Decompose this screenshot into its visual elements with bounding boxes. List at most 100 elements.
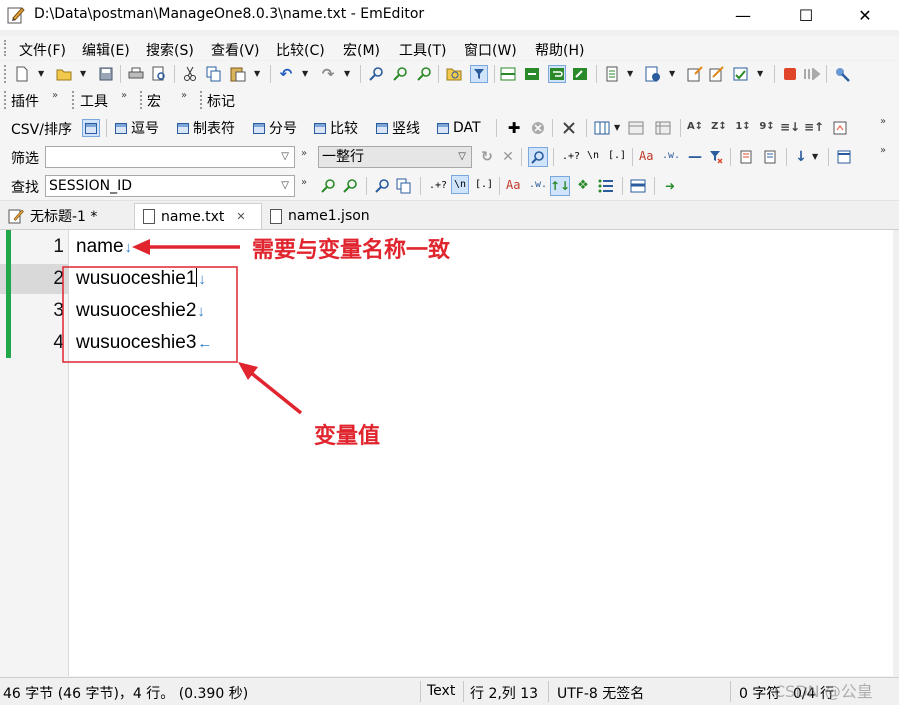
cut-icon[interactable] xyxy=(182,66,198,82)
menu-help[interactable]: 帮助(H) xyxy=(535,40,584,60)
filter-next-dropdown-arrow[interactable]: ▼ xyxy=(812,152,820,161)
filter-bracket-toggle[interactable]: [.] xyxy=(608,150,626,161)
delete-column-icon[interactable] xyxy=(530,120,546,136)
filter-newline-toggle[interactable]: \n xyxy=(587,150,599,161)
find-list-icon[interactable] xyxy=(598,178,614,194)
project-icon[interactable] xyxy=(733,66,749,82)
refresh-filter-icon[interactable]: ↻ xyxy=(479,149,495,165)
csv-compare-button[interactable]: 比较 xyxy=(314,119,358,137)
redo-icon[interactable]: ↷ xyxy=(320,66,336,82)
filter-regex-toggle[interactable]: .+? xyxy=(562,151,580,162)
add-column-icon[interactable]: ✚ xyxy=(506,120,522,136)
minimize-button[interactable]: — xyxy=(720,0,766,30)
find-dialog-icon[interactable] xyxy=(374,178,390,194)
column-layout-icon[interactable] xyxy=(594,120,610,136)
find-bracket-toggle[interactable]: [.] xyxy=(475,179,493,190)
find-word-toggle[interactable]: .w. xyxy=(529,179,547,190)
menu-edit[interactable]: 编辑(E) xyxy=(82,40,130,60)
sort-numeric-descending-icon[interactable]: 9↕ xyxy=(759,119,775,135)
copy-icon[interactable] xyxy=(206,66,222,82)
filter-icon[interactable] xyxy=(470,65,488,83)
plugins-toolbar-grip[interactable] xyxy=(4,91,9,109)
markers-toolbar-label[interactable]: 标记 xyxy=(207,91,235,111)
freeze-icon[interactable] xyxy=(655,120,671,136)
status-mode[interactable]: Text xyxy=(427,683,455,699)
find-more-chevron[interactable]: » xyxy=(301,177,307,188)
find-previous-icon[interactable] xyxy=(416,66,432,82)
plugins-toolbar-label[interactable]: 插件 xyxy=(11,91,39,111)
sort-descending-icon[interactable]: Z↕ xyxy=(711,119,727,135)
csv-semicolon-button[interactable]: 分号 xyxy=(253,119,297,137)
encoding-icon[interactable] xyxy=(645,66,661,82)
macros-toolbar-grip[interactable] xyxy=(140,91,145,109)
sort-options-icon[interactable] xyxy=(832,120,848,136)
find-next-icon[interactable] xyxy=(392,66,408,82)
plugin-tool-icon[interactable] xyxy=(834,66,850,82)
plugins-overflow-chevron[interactable]: » xyxy=(52,90,58,101)
filter-word-toggle[interactable]: .w. xyxy=(662,150,680,161)
status-encoding[interactable]: UTF-8 无签名 xyxy=(557,683,644,703)
markers-toolbar-grip[interactable] xyxy=(200,91,205,109)
print-preview-icon[interactable] xyxy=(151,66,167,82)
csv-normal-mode-icon[interactable] xyxy=(82,119,100,137)
tab-name-txt[interactable]: name.txt ✕ xyxy=(134,203,262,229)
find-go-icon[interactable]: ➜ xyxy=(662,178,678,194)
marker-list-icon[interactable] xyxy=(604,66,620,82)
find-in-files-icon[interactable] xyxy=(446,66,462,82)
csv-pipe-button[interactable]: 竖线 xyxy=(376,119,420,137)
macros-overflow-chevron[interactable]: » xyxy=(181,90,187,101)
print-icon[interactable] xyxy=(128,66,144,82)
find-case-toggle[interactable]: Aa xyxy=(506,178,520,192)
sort-length-descending-icon[interactable]: ≡↑ xyxy=(804,119,824,135)
find-copy-icon[interactable] xyxy=(396,178,412,194)
menu-view[interactable]: 查看(V) xyxy=(211,40,260,60)
sort-length-ascending-icon[interactable]: ≡↓ xyxy=(780,119,800,135)
find-regex-toggle[interactable]: .+? xyxy=(429,180,447,191)
filter-clear-all-icon[interactable] xyxy=(708,149,724,165)
paste-icon[interactable] xyxy=(230,66,246,82)
menu-macros[interactable]: 宏(M) xyxy=(343,40,380,60)
csv-tab-button[interactable]: 制表符 xyxy=(177,119,235,137)
chevron-down-icon[interactable]: ▽ xyxy=(281,176,289,196)
find-prev-green-icon[interactable] xyxy=(342,178,358,194)
csv-dat-button[interactable]: DAT xyxy=(437,119,481,137)
find-newline-toggle[interactable]: \n xyxy=(451,175,470,194)
find-incremental-icon[interactable]: ↑↓ xyxy=(550,176,570,196)
vertical-scrollbar[interactable] xyxy=(893,230,899,676)
menu-tools[interactable]: 工具(T) xyxy=(399,40,446,60)
find-combo[interactable]: SESSION_ID ▽ xyxy=(45,175,295,197)
new-file-icon[interactable] xyxy=(14,66,30,82)
open-folder-icon[interactable] xyxy=(56,66,72,82)
filter-search-icon[interactable] xyxy=(528,147,548,167)
find-highlight-icon[interactable]: ❖ xyxy=(575,178,591,194)
filter-extract-icon[interactable] xyxy=(762,149,778,165)
status-cursor-position[interactable]: 行 2,列 13 xyxy=(470,683,538,703)
menu-file[interactable]: 文件(F) xyxy=(19,40,66,60)
paste-dropdown-arrow[interactable]: ▼ xyxy=(254,69,262,78)
tools-toolbar-label[interactable]: 工具 xyxy=(80,91,108,111)
csv-comma-button[interactable]: 逗号 xyxy=(115,119,159,137)
tools-toolbar-grip[interactable] xyxy=(72,91,77,109)
csv-sort-label[interactable]: CSV/排序 xyxy=(11,119,72,139)
wrap-page-icon[interactable] xyxy=(572,66,588,82)
sort-ascending-icon[interactable]: A↕ xyxy=(687,119,703,135)
text-editor[interactable]: 1 2 3 4 name↓ wusuoceshie1 ↓ wusuoceshie2… xyxy=(0,230,893,676)
filter-mode-combo[interactable]: 一整行 ▽ xyxy=(318,146,472,168)
filter-case-toggle[interactable]: Aa xyxy=(639,149,653,163)
find-window-icon[interactable] xyxy=(630,178,646,194)
column-layout-dropdown-arrow[interactable]: ▼ xyxy=(614,123,622,132)
marker-dropdown-arrow[interactable]: ▼ xyxy=(627,69,635,78)
menu-window[interactable]: 窗口(W) xyxy=(464,40,517,60)
split-window-icon[interactable] xyxy=(500,66,516,82)
tab-name1-json[interactable]: name1.json xyxy=(262,203,402,229)
project-dropdown-arrow[interactable]: ▼ xyxy=(757,69,765,78)
undo-dropdown-arrow[interactable]: ▼ xyxy=(302,69,310,78)
filter-bookmark-icon[interactable] xyxy=(738,149,754,165)
find-input[interactable]: SESSION_ID xyxy=(49,178,132,194)
csv-tools-icon[interactable] xyxy=(561,120,577,136)
configuration-icon[interactable] xyxy=(687,66,703,82)
chevron-down-icon[interactable]: ▽ xyxy=(458,147,466,167)
csv-toolbar-overflow-chevron[interactable]: » xyxy=(880,116,886,127)
filter-toolbar-overflow-chevron[interactable]: » xyxy=(880,145,886,156)
filter-more-chevron[interactable]: » xyxy=(301,148,307,159)
